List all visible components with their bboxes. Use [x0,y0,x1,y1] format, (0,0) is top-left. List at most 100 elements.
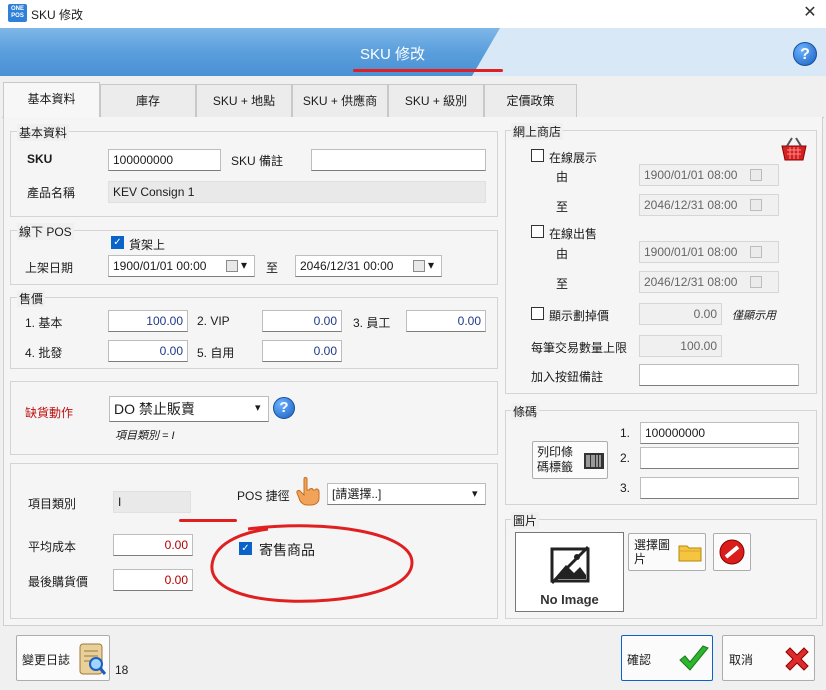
price-vip-input[interactable]: 0.00 [262,310,342,332]
barcode-2-input[interactable] [640,447,799,469]
tab-sku-location[interactable]: SKU + 地點 [196,84,292,118]
image-group-label: 圖片 [511,512,540,529]
display-to-label: 至 [556,200,569,214]
checkmark-icon [678,644,710,674]
scroll-magnifier-icon [77,641,107,677]
annotation-stroke [179,519,237,522]
pos-shortcut-select[interactable]: [請選擇..] [327,483,486,505]
product-name-input[interactable]: KEV Consign 1 [108,181,486,203]
shopping-basket-icon [778,136,810,164]
online-display-checkbox[interactable] [531,149,544,162]
barcode-icon [584,451,604,471]
tab-sku-supplier[interactable]: SKU + 供應商 [292,84,388,118]
tab-inventory[interactable]: 庫存 [100,84,196,118]
sku-note-input[interactable] [311,149,486,171]
choose-image-label: 選擇圖片 [634,538,671,566]
tab-basic[interactable]: 基本資料 [3,82,100,117]
shortage-action-select[interactable]: DO 禁止販賣 [109,396,269,422]
chevron-down-icon[interactable]: ▾ [428,258,434,272]
item-type-label: 項目類別 [28,497,77,511]
change-log-count: 18 [115,663,129,677]
banner-title: SKU 修改 [360,46,426,63]
tab-pricing-policy[interactable]: 定價政策 [484,84,577,118]
basic-info-group-label: 基本資料 [17,124,70,141]
item-type-input[interactable]: I [113,491,191,513]
max-qty-label: 每筆交易數量上限 [531,341,628,355]
price-group [10,297,498,369]
price-staff-input[interactable]: 0.00 [406,310,486,332]
price-staff-label: 3. 員工 [353,316,391,330]
shortage-note: 項目類別 = I [115,430,175,442]
display-from-label: 由 [556,170,569,184]
max-qty-input[interactable]: 100.00 [639,335,722,357]
on-shelf-checkbox[interactable]: ✓ [111,236,124,249]
last-purchase-price-label: 最後購貨價 [28,575,89,589]
price-basic-input[interactable]: 100.00 [108,310,188,332]
price-wholesale-input[interactable]: 0.00 [108,340,188,362]
sale-from-label: 由 [556,247,569,261]
calendar-icon[interactable] [750,276,762,288]
folder-icon [678,542,702,562]
chevron-down-icon[interactable]: ▾ [255,401,261,414]
barcode-group-label: 條碼 [511,403,540,420]
confirm-label: 確認 [627,653,652,667]
product-image-placeholder: No Image [515,532,624,612]
calendar-icon[interactable] [226,260,238,272]
cancel-label: 取消 [729,653,754,667]
price-vip-label: 2. VIP [197,314,230,328]
price-self-use-label: 5. 自用 [197,346,235,360]
last-purchase-price-input[interactable]: 0.00 [113,569,193,591]
price-wholesale-label: 4. 批發 [25,346,63,360]
online-sale-checkbox[interactable] [531,225,544,238]
barcode-3-input[interactable] [640,477,799,499]
price-self-use-input[interactable]: 0.00 [262,340,342,362]
choose-image-button[interactable]: 選擇圖片 [628,533,706,571]
online-display-label: 在線展示 [549,151,598,165]
price-group-label: 售價 [17,290,46,307]
show-strike-price-checkbox[interactable] [531,307,544,320]
cancel-button[interactable]: 取消 [722,635,815,681]
calendar-icon[interactable] [750,199,762,211]
online-store-group-label: 網上商店 [511,123,564,140]
price-basic-label: 1. 基本 [25,316,63,330]
sale-to-label: 至 [556,277,569,291]
pos-shortcut-label: POS 捷徑 [237,489,290,503]
chevron-down-icon[interactable]: ▾ [241,258,247,272]
basic-info-group [10,131,498,217]
product-name-label: 產品名稱 [27,186,76,200]
chevron-down-icon[interactable]: ▾ [472,487,478,500]
offline-pos-group-label: 線下 POS [17,223,74,240]
strike-price-input[interactable]: 0.00 [639,303,722,325]
red-x-icon [782,644,812,674]
confirm-button[interactable]: 確認 [621,635,713,681]
avg-cost-input[interactable]: 0.00 [113,534,193,556]
print-barcode-button[interactable]: 列印條碼標籤 [532,441,608,479]
help-icon[interactable]: ? [793,42,817,66]
shortage-action-label: 缺貨動作 [25,406,74,420]
sku-input[interactable]: 100000000 [108,149,221,171]
sale-to-value: 2046/12/31 08:00 [644,275,738,289]
display-from-value: 1900/01/01 08:00 [644,168,738,182]
calendar-icon[interactable] [750,246,762,258]
calendar-icon[interactable] [413,260,425,272]
barcode-3-label: 3. [620,481,631,495]
barcode-2-label: 2. [620,451,631,465]
shelf-date-to-value: 2046/12/31 00:00 [300,259,394,273]
tab-sku-level[interactable]: SKU + 級別 [388,84,484,118]
calendar-icon[interactable] [750,169,762,181]
shelf-date-to-label: 至 [266,261,279,275]
title-bar: ONE POS SKU 修改 ✕ [0,0,826,28]
sku-label: SKU [27,152,53,166]
barcode-1-input[interactable]: 100000000 [640,422,799,444]
change-log-button[interactable]: 變更日誌 [16,635,110,681]
no-image-label: No Image [540,592,599,607]
shelf-date-from-value: 1900/01/01 00:00 [113,259,207,273]
strike-price-note: 僅顯示用 [732,310,776,322]
window-close-button[interactable]: ✕ [799,2,821,24]
pointing-hand-icon [294,476,322,506]
shortage-help-icon[interactable]: ? [273,397,295,419]
delete-image-button[interactable] [713,533,751,571]
no-image-icon [550,545,590,585]
cart-button-note-input[interactable] [639,364,799,386]
pos-shortcut-value: [請選擇..] [332,487,382,501]
